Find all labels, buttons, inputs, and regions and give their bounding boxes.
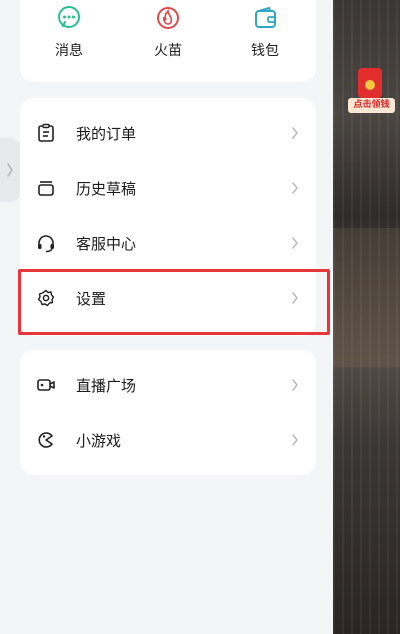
menu-item-drafts[interactable]: 历史草稿 bbox=[20, 161, 316, 215]
message-icon bbox=[58, 6, 80, 28]
live-camera-icon bbox=[37, 379, 55, 391]
draft-icon bbox=[38, 181, 54, 196]
menu-item-label: 直播广场 bbox=[76, 376, 137, 395]
wallet-icon bbox=[255, 6, 276, 28]
highlight-box bbox=[18, 269, 330, 335]
chevron-right-icon bbox=[7, 163, 13, 177]
menu-item-games[interactable]: 小游戏 bbox=[20, 413, 316, 467]
menu-item-label: 小游戏 bbox=[76, 431, 122, 450]
tile-messages[interactable]: 消息 bbox=[34, 4, 104, 60]
drawer-handle[interactable] bbox=[0, 138, 22, 202]
chevron-right-icon bbox=[292, 434, 298, 446]
side-drawer: 消息 火苗 钱包 我的订单 历史草稿 客服中心 设置 直播广场 小游戏 bbox=[0, 0, 333, 634]
coin-icon bbox=[365, 80, 375, 90]
tile-wallet[interactable]: 钱包 bbox=[230, 4, 300, 60]
headset-icon bbox=[38, 235, 54, 253]
tile-label: 火苗 bbox=[154, 43, 182, 59]
menu-item-label: 客服中心 bbox=[76, 234, 137, 253]
menu-item-live[interactable]: 直播广场 bbox=[20, 358, 316, 412]
quick-actions-card: 消息 火苗 钱包 bbox=[20, 0, 316, 82]
flame-icon bbox=[157, 7, 179, 29]
menu-item-label: 我的订单 bbox=[76, 124, 137, 143]
menu-item-label: 历史草稿 bbox=[76, 179, 137, 198]
order-icon bbox=[38, 123, 54, 142]
red-packet-widget[interactable]: 点击领钱 bbox=[348, 68, 395, 116]
menu-item-orders[interactable]: 我的订单 bbox=[20, 106, 316, 160]
game-icon bbox=[38, 432, 53, 448]
tile-flame[interactable]: 火苗 bbox=[133, 4, 203, 60]
menu-card-secondary: 直播广场 小游戏 bbox=[20, 350, 316, 475]
chevron-right-icon bbox=[292, 237, 298, 249]
tile-label: 消息 bbox=[55, 43, 83, 59]
tile-label: 钱包 bbox=[251, 43, 279, 59]
red-packet-label: 点击领钱 bbox=[348, 98, 395, 113]
chevron-right-icon bbox=[292, 182, 298, 194]
menu-item-support[interactable]: 客服中心 bbox=[20, 216, 316, 270]
chevron-right-icon bbox=[292, 127, 298, 139]
chevron-right-icon bbox=[292, 379, 298, 391]
